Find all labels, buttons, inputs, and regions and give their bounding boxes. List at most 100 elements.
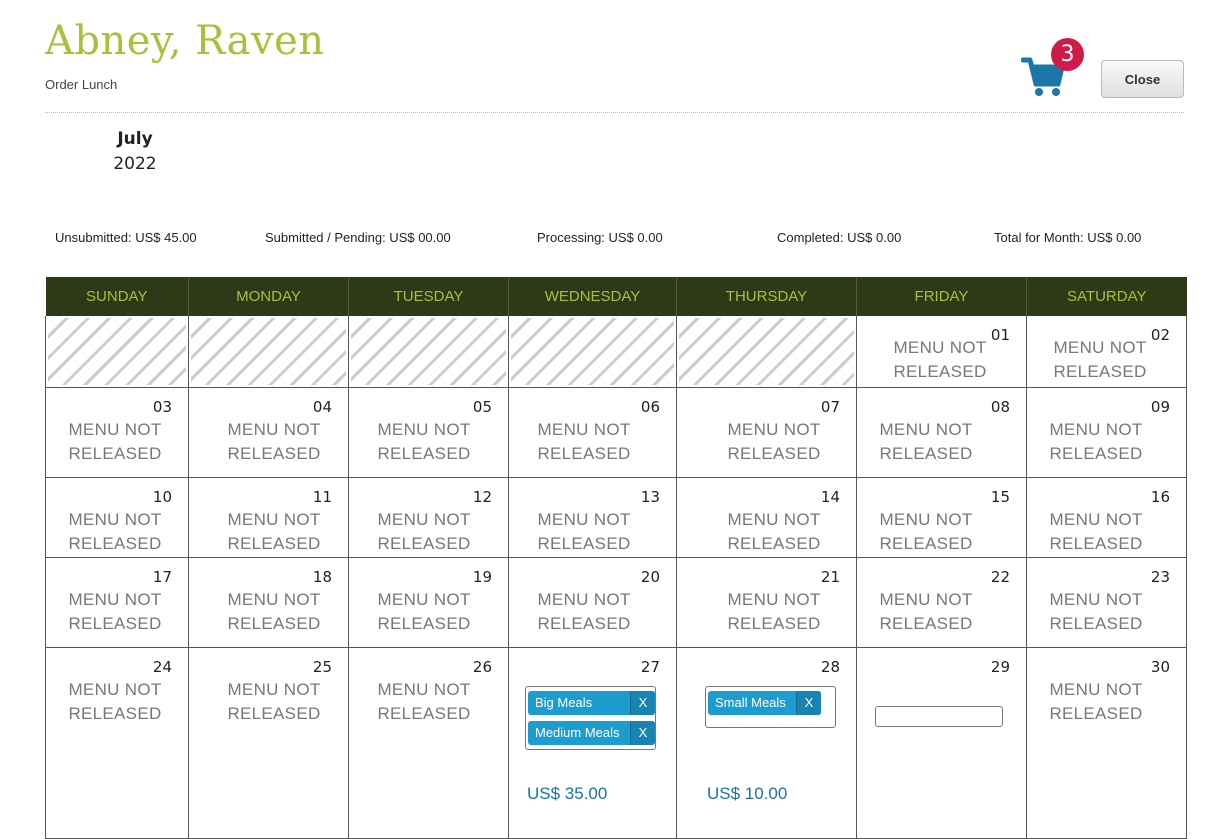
day-number: 05 <box>472 398 492 416</box>
day-number: 18 <box>312 568 332 586</box>
weekday-header: TUESDAY <box>348 277 509 316</box>
empty-day-cell <box>348 316 509 388</box>
calendar-week-row: 01 MENU NOT RELEASED 02 MENU NOT RELEASED <box>45 316 1187 388</box>
cart-count-badge: 3 <box>1051 38 1084 71</box>
month-year-display: July 2022 <box>60 128 210 174</box>
day-cell-16: 16 MENU NOT RELEASED <box>1026 477 1187 558</box>
menu-not-released: MENU NOT RELEASED <box>893 338 987 381</box>
processing-total: Processing: US$ 0.00 <box>537 230 663 245</box>
day-number: 12 <box>472 488 492 506</box>
day-cell-01: 01 MENU NOT RELEASED <box>856 316 1027 388</box>
day-number: 16 <box>1150 488 1170 506</box>
menu-not-released: MENU NOT RELEASED <box>377 680 471 723</box>
weekday-header: WEDNESDAY <box>508 277 677 316</box>
remove-meal-button[interactable]: X <box>796 691 821 715</box>
day-number: 19 <box>472 568 492 586</box>
day-cell-26: 26 MENU NOT RELEASED <box>348 647 509 839</box>
day-number: 11 <box>312 488 332 506</box>
calendar-week-row: 03 MENU NOT RELEASED 04 MENU NOT RELEASED 05… <box>45 387 1187 478</box>
empty-day-cell <box>188 316 349 388</box>
close-button[interactable]: Close <box>1101 60 1184 98</box>
empty-day-cell <box>676 316 857 388</box>
day-cell-15: 15 MENU NOT RELEASED <box>856 477 1027 558</box>
day-cell-25: 25 MENU NOT RELEASED <box>188 647 349 839</box>
weekday-header: SATURDAY <box>1026 277 1187 316</box>
hatch-pattern <box>511 318 674 385</box>
meal-tag-label: Small Meals <box>715 695 786 710</box>
meal-tag-label: Big Meals <box>535 695 593 710</box>
menu-not-released: MENU NOT RELEASED <box>1049 420 1143 463</box>
menu-not-released: MENU NOT RELEASED <box>68 680 162 723</box>
day-number: 17 <box>152 568 172 586</box>
menu-not-released: MENU NOT RELEASED <box>1049 680 1143 723</box>
day-number: 30 <box>1150 658 1170 676</box>
day-cell-28: 28 Small Meals X US$ 10.00 <box>676 647 857 839</box>
weekday-header: MONDAY <box>188 277 349 316</box>
menu-not-released: MENU NOT RELEASED <box>537 590 631 633</box>
hatch-pattern <box>48 318 186 385</box>
day-cell-14: 14 MENU NOT RELEASED <box>676 477 857 558</box>
day-cell-12: 12 MENU NOT RELEASED <box>348 477 509 558</box>
day-number: 15 <box>990 488 1010 506</box>
day-cell-06: 06 MENU NOT RELEASED <box>508 387 677 478</box>
hatch-pattern <box>351 318 506 385</box>
menu-not-released: MENU NOT RELEASED <box>227 680 321 723</box>
day-cell-03: 03 MENU NOT RELEASED <box>45 387 189 478</box>
remove-meal-button[interactable]: X <box>630 721 655 745</box>
empty-day-cell <box>508 316 677 388</box>
day-cell-10: 10 MENU NOT RELEASED <box>45 477 189 558</box>
day-number: 06 <box>640 398 660 416</box>
menu-not-released: MENU NOT RELEASED <box>1049 590 1143 633</box>
remove-meal-button[interactable]: X <box>630 691 655 715</box>
day-cell-30: 30 MENU NOT RELEASED <box>1026 647 1187 839</box>
day-number: 23 <box>1150 568 1170 586</box>
calendar-grid: SUNDAY MONDAY TUESDAY WEDNESDAY THURSDAY… <box>45 277 1187 839</box>
empty-day-cell <box>45 316 189 388</box>
day-price: US$ 35.00 <box>527 784 608 803</box>
day-cell-22: 22 MENU NOT RELEASED <box>856 557 1027 648</box>
day-cell-04: 04 MENU NOT RELEASED <box>188 387 349 478</box>
day-cell-05: 05 MENU NOT RELEASED <box>348 387 509 478</box>
day-number: 03 <box>152 398 172 416</box>
day-number: 27 <box>640 658 660 676</box>
weekday-header: THURSDAY <box>676 277 857 316</box>
day-number: 07 <box>820 398 840 416</box>
day-number: 20 <box>640 568 660 586</box>
day-cell-29: 29 <box>856 647 1027 839</box>
menu-not-released: MENU NOT RELEASED <box>1053 338 1147 381</box>
day-number: 25 <box>312 658 332 676</box>
day-number: 26 <box>472 658 492 676</box>
day-cell-24: 24 MENU NOT RELEASED <box>45 647 189 839</box>
menu-not-released: MENU NOT RELEASED <box>879 510 973 553</box>
day-cell-18: 18 MENU NOT RELEASED <box>188 557 349 648</box>
day-number: 09 <box>1150 398 1170 416</box>
meal-selection-box[interactable]: Big Meals X Medium Meals X <box>525 686 656 750</box>
day-number: 14 <box>820 488 840 506</box>
day-number: 28 <box>820 658 840 676</box>
day-number: 10 <box>152 488 172 506</box>
meal-selection-box[interactable]: Small Meals X <box>705 686 836 728</box>
hatch-pattern <box>191 318 346 385</box>
meal-tag-big-meals[interactable]: Big Meals X <box>528 691 655 715</box>
day-cell-08: 08 MENU NOT RELEASED <box>856 387 1027 478</box>
menu-not-released: MENU NOT RELEASED <box>377 590 471 633</box>
menu-not-released: MENU NOT RELEASED <box>879 590 973 633</box>
day-number: 21 <box>820 568 840 586</box>
meal-tag-medium-meals[interactable]: Medium Meals X <box>528 721 655 745</box>
menu-not-released: MENU NOT RELEASED <box>68 420 162 463</box>
hatch-pattern <box>679 318 854 385</box>
menu-not-released: MENU NOT RELEASED <box>377 510 471 553</box>
day-cell-20: 20 MENU NOT RELEASED <box>508 557 677 648</box>
day-number: 04 <box>312 398 332 416</box>
submitted-pending-total: Submitted / Pending: US$ 00.00 <box>265 230 451 245</box>
meal-tag-small-meals[interactable]: Small Meals X <box>708 691 821 715</box>
meal-select-input[interactable] <box>875 706 1003 727</box>
month-label: July <box>117 129 153 149</box>
day-cell-27: 27 Big Meals X Medium Meals X US$ 35.00 <box>508 647 677 839</box>
day-number: 29 <box>990 658 1010 676</box>
weekday-header-row: SUNDAY MONDAY TUESDAY WEDNESDAY THURSDAY… <box>45 277 1187 316</box>
calendar-week-row: 10 MENU NOT RELEASED 11 MENU NOT RELEASED 12… <box>45 477 1187 558</box>
menu-not-released: MENU NOT RELEASED <box>727 420 821 463</box>
menu-not-released: MENU NOT RELEASED <box>227 590 321 633</box>
day-number: 24 <box>152 658 172 676</box>
